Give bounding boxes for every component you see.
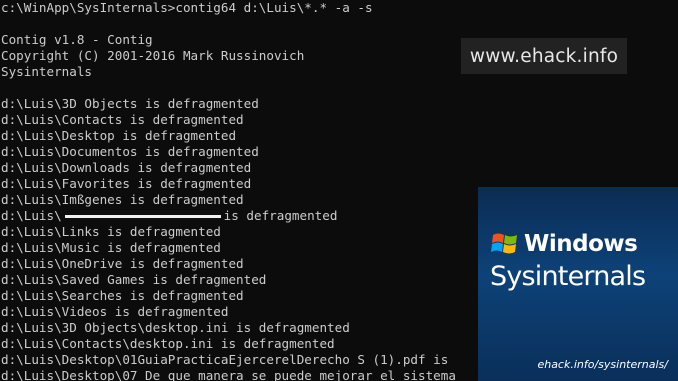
- result-line: d:\Luis\Desktop is defragmented: [1, 128, 237, 143]
- site-watermark: www.ehack.info: [461, 38, 627, 74]
- sysinternals-wordmark: Sysinternals: [490, 261, 646, 292]
- prompt-line: c:\WinApp\SysInternals>contig64 d:\Luis\…: [1, 0, 373, 15]
- windows-flag-icon: [491, 233, 517, 254]
- result-line: d:\Luis\Downloads is defragmented: [1, 160, 252, 175]
- redacted-prefix: d:\Luis\: [1, 208, 62, 223]
- result-line: d:\Luis\Documentos is defragmented: [1, 144, 259, 159]
- promo-url: ehack.info/sysinternals/: [537, 358, 668, 371]
- result-line: d:\Luis\3D Objects is defragmented: [1, 96, 259, 111]
- windows-wordmark: Windows: [524, 231, 638, 257]
- sysinternals-promo: Windows Sysinternals ehack.info/sysinter…: [478, 187, 678, 381]
- redaction-bar: [64, 215, 221, 218]
- redacted-suffix: is defragmented: [223, 208, 338, 223]
- result-line: d:\Luis\Contacts is defragmented: [1, 112, 244, 127]
- windows-logo-row: Windows: [490, 230, 638, 258]
